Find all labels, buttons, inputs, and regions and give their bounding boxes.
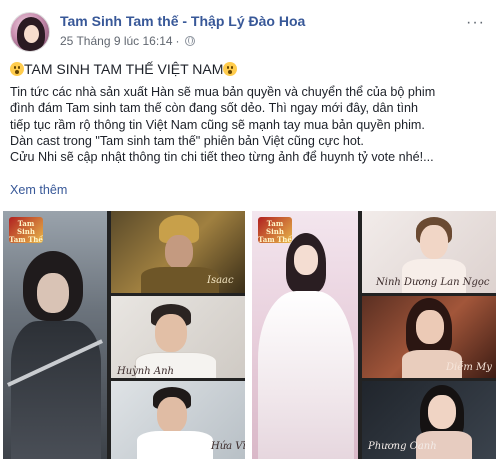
post-timestamp[interactable]: 25 Tháng 9 lúc 16:14 [60, 34, 173, 48]
page-avatar[interactable] [10, 12, 50, 52]
caption-phuong-oanh: Phương Oanh [368, 441, 437, 452]
photo-tile-diem-my: Diễm My [362, 296, 496, 378]
face-shape [165, 235, 193, 269]
face-shape [37, 273, 69, 313]
armor-shape [11, 321, 101, 459]
face-shape [155, 314, 187, 352]
caption-hua-vi: Hứa Vĩ [211, 441, 245, 452]
photo-collage-right[interactable]: Tam Sinh Tam Thế Ninh Dương Lan Ngọc Diễ… [252, 211, 496, 459]
face-shape [157, 397, 187, 433]
avatar-face [24, 25, 39, 43]
surprised-emoji-icon [223, 62, 238, 76]
more-options-icon[interactable]: ··· [466, 14, 485, 32]
photo-tile-isaac: Isaac [111, 211, 245, 293]
photo-tile-main-actress [252, 211, 358, 459]
show-logo: Tam Sinh Tam Thế [258, 217, 292, 244]
post-headline: TAM SINH TAM THẾ VIỆT NAM [10, 61, 238, 77]
photo-collage-left[interactable]: Tam Sinh Tam Thế Isaac Huỳnh Anh Hứa Vĩ [3, 211, 245, 459]
body-line: Dàn cast trong "Tam sinh tam thế" phiên … [10, 133, 364, 148]
caption-isaac: Isaac [207, 275, 234, 286]
face-shape [294, 245, 318, 275]
surprised-emoji-icon [10, 62, 24, 76]
body-line: đình đám Tam sinh tam thế còn đang sốt d… [10, 101, 419, 116]
face-shape [420, 225, 448, 259]
post-body: Tin tức các nhà sản xuất Hàn sẽ mua bản … [10, 84, 494, 165]
body-line: Cửu Nhi sẽ cập nhật thông tin chi tiết t… [10, 150, 434, 165]
face-shape [428, 395, 456, 429]
photo-tile-huynh-anh: Huỳnh Anh [111, 296, 245, 378]
body-line: tiếp tục rầm rộ thông tin Việt Nam cũng … [10, 117, 425, 132]
globe-icon[interactable] [184, 36, 195, 46]
photo-tile-lan-ngoc: Ninh Dương Lan Ngọc [362, 211, 496, 293]
face-shape [416, 310, 444, 344]
body-line: Tin tức các nhà sản xuất Hàn sẽ mua bản … [10, 85, 436, 99]
photo-tile-hua-vi: Hứa Vĩ [111, 381, 245, 459]
meta-separator: · [175, 34, 180, 48]
facebook-post: Tam Sinh Tam thế - Thập Lý Đào Hoa 25 Th… [0, 0, 499, 459]
photo-tile-phuong-oanh: Phương Oanh [362, 381, 496, 459]
shirt-shape [137, 431, 213, 459]
show-logo: Tam Sinh Tam Thế [9, 217, 43, 244]
dress-shape [258, 291, 354, 459]
caption-diem-my: Diễm My [446, 362, 492, 373]
photo-tile-main-actor [3, 211, 107, 459]
caption-lan-ngoc: Ninh Dương Lan Ngọc [376, 277, 490, 288]
headline-text: TAM SINH TAM THẾ VIỆT NAM [24, 61, 224, 77]
see-more-link[interactable]: Xem thêm [10, 183, 67, 197]
page-name-link[interactable]: Tam Sinh Tam thế - Thập Lý Đào Hoa [60, 13, 305, 29]
post-meta: 25 Tháng 9 lúc 16:14 · [60, 34, 195, 48]
caption-huynh-anh: Huỳnh Anh [117, 366, 174, 377]
